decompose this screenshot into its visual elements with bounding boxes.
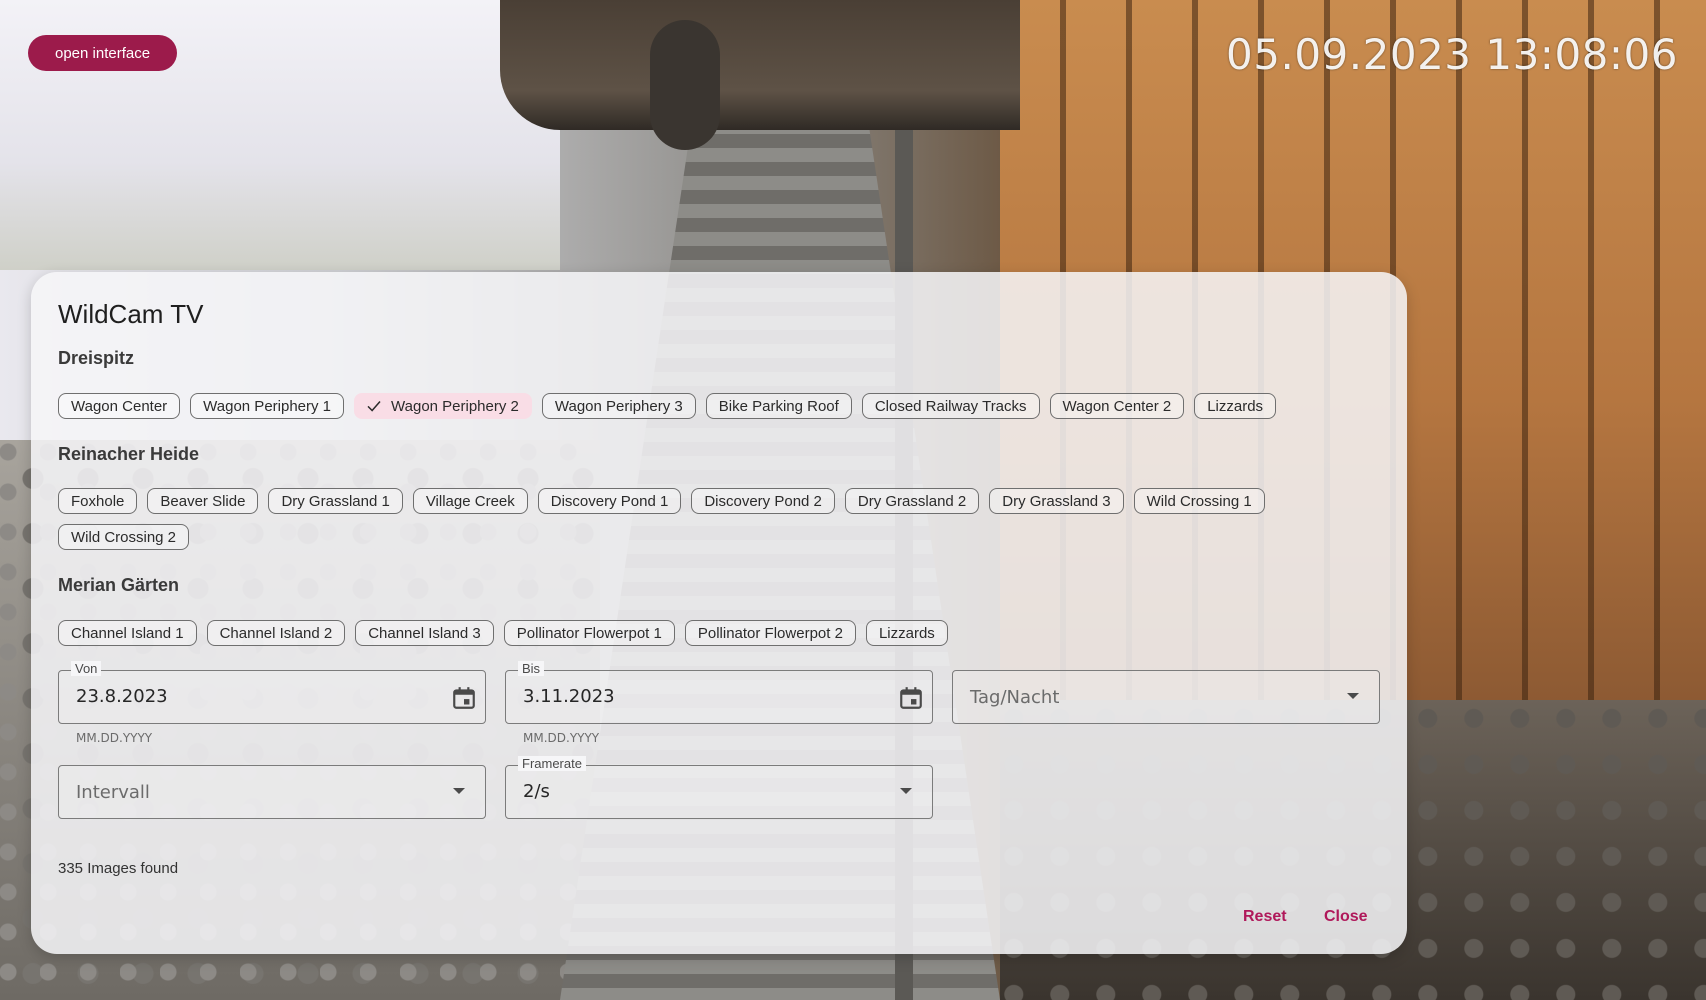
open-interface-button[interactable]: open interface: [28, 35, 178, 71]
check-icon: [367, 401, 381, 412]
chip-label: Foxhole: [71, 492, 125, 510]
chip-label: Wagon Periphery 1: [203, 397, 332, 415]
filter-panel: WildCam TV Dreispitz Wagon Center Wagon P…: [31, 272, 1407, 954]
chip-bike-parking-roof[interactable]: Bike Parking Roof: [705, 393, 852, 419]
tag-nacht-placeholder: Tag/Nacht: [970, 687, 1060, 708]
chip-label: Channel Island 1: [71, 624, 184, 642]
bis-format-hint: MM.DD.YYYY: [523, 731, 600, 745]
chip-label: Dry Grassland 1: [281, 492, 390, 510]
chip-wagon-periphery-1[interactable]: Wagon Periphery 1: [190, 393, 345, 419]
chip-discovery-pond-1[interactable]: Discovery Pond 1: [537, 488, 682, 514]
von-date-field[interactable]: Von 23.8.2023 MM.DD.YYYY: [58, 661, 486, 745]
reset-button[interactable]: Reset: [1235, 904, 1295, 930]
camera-timestamp: 05.09.2023 13:08:06: [1226, 30, 1678, 79]
chip-wagon-center[interactable]: Wagon Center: [58, 393, 181, 419]
intervall-placeholder: Intervall: [76, 782, 150, 803]
framerate-label: Framerate: [518, 756, 586, 771]
chevron-down-icon[interactable]: [453, 788, 465, 794]
chip-pollinator-flowerpot-2[interactable]: Pollinator Flowerpot 2: [684, 620, 856, 646]
framerate-select[interactable]: Framerate 2/s: [505, 756, 933, 819]
chevron-down-icon[interactable]: [900, 788, 912, 794]
group-title-merian-gaerten: Merian Gärten: [58, 575, 180, 595]
chip-row-dreispitz: Wagon Center Wagon Periphery 1 Wagon Perip…: [58, 393, 1378, 419]
chip-label: Dry Grassland 3: [1002, 492, 1111, 510]
bis-value[interactable]: 3.11.2023: [523, 686, 615, 707]
bis-label: Bis: [518, 661, 545, 676]
panel-title: WildCam TV: [58, 299, 204, 329]
chip-label: Wild Crossing 1: [1146, 492, 1252, 510]
framerate-value: 2/s: [523, 781, 550, 802]
chip-label: Bike Parking Roof: [718, 397, 839, 415]
chip-row-merian-gaerten: Channel Island 1 Channel Island 2 Channel …: [58, 620, 1378, 646]
group-title-dreispitz: Dreispitz: [58, 348, 135, 368]
chip-label: Wagon Center: [71, 397, 168, 415]
chip-label: Closed Railway Tracks: [874, 397, 1027, 415]
chip-label: Channel Island 2: [219, 624, 333, 642]
chip-dry-grassland-1[interactable]: Dry Grassland 1: [268, 488, 403, 514]
von-value[interactable]: 23.8.2023: [76, 686, 168, 707]
chip-label: Discovery Pond 1: [550, 492, 669, 510]
chip-foxhole[interactable]: Foxhole: [58, 488, 138, 514]
chip-label: Dry Grassland 2: [857, 492, 967, 510]
chip-label: Lizzards: [878, 624, 935, 642]
calendar-icon[interactable]: [898, 685, 924, 711]
intervall-select[interactable]: Intervall: [58, 765, 486, 819]
chip-label: Beaver Slide: [160, 492, 246, 510]
chip-channel-island-3[interactable]: Channel Island 3: [355, 620, 494, 646]
close-button[interactable]: Close: [1316, 904, 1376, 930]
chip-label: Wagon Periphery 3: [554, 397, 683, 415]
chip-label: Wagon Periphery 2: [391, 397, 519, 415]
chip-closed-railway-tracks[interactable]: Closed Railway Tracks: [861, 393, 1040, 419]
chip-pollinator-flowerpot-1[interactable]: Pollinator Flowerpot 1: [503, 620, 675, 646]
images-found-count: 335 Images found: [58, 860, 179, 877]
chip-wild-crossing-1[interactable]: Wild Crossing 1: [1133, 488, 1265, 514]
chip-label: Channel Island 3: [368, 624, 481, 642]
chevron-down-icon[interactable]: [1347, 693, 1359, 699]
chip-wild-crossing-2[interactable]: Wild Crossing 2: [58, 524, 190, 550]
chip-row-reinacher-heide: Foxhole Beaver Slide Dry Grassland 1 Villag…: [58, 488, 1378, 550]
chip-discovery-pond-2[interactable]: Discovery Pond 2: [691, 488, 835, 514]
chip-label: Pollinator Flowerpot 2: [697, 624, 843, 642]
chip-label: Wagon Center 2: [1062, 397, 1172, 415]
chip-wagon-center-2[interactable]: Wagon Center 2: [1049, 393, 1185, 419]
chip-label: Discovery Pond 2: [704, 492, 822, 510]
chip-dry-grassland-3[interactable]: Dry Grassland 3: [989, 488, 1124, 514]
chip-lizzards[interactable]: Lizzards: [1194, 393, 1277, 419]
group-title-reinacher-heide: Reinacher Heide: [58, 444, 200, 464]
chip-label: Village Creek: [425, 492, 515, 510]
tag-nacht-select[interactable]: Tag/Nacht: [952, 670, 1380, 724]
chip-label: Wild Crossing 2: [71, 528, 177, 546]
chip-lizzards[interactable]: Lizzards: [865, 620, 948, 646]
chip-label: Pollinator Flowerpot 1: [516, 624, 662, 642]
calendar-icon[interactable]: [451, 685, 477, 711]
chip-wagon-periphery-3[interactable]: Wagon Periphery 3: [541, 393, 696, 419]
chip-beaver-slide[interactable]: Beaver Slide: [147, 488, 259, 514]
bis-date-field[interactable]: Bis 3.11.2023 MM.DD.YYYY: [505, 661, 933, 745]
background-wagon: [500, 0, 1020, 130]
chip-village-creek[interactable]: Village Creek: [412, 488, 528, 514]
von-format-hint: MM.DD.YYYY: [76, 731, 153, 745]
chip-channel-island-1[interactable]: Channel Island 1: [58, 620, 197, 646]
background-wheel: [650, 20, 720, 150]
von-label: Von: [71, 661, 102, 676]
chip-channel-island-2[interactable]: Channel Island 2: [206, 620, 346, 646]
chip-wagon-periphery-2[interactable]: Wagon Periphery 2: [354, 393, 532, 419]
chip-dry-grassland-2[interactable]: Dry Grassland 2: [844, 488, 980, 514]
chip-label: Lizzards: [1207, 397, 1264, 415]
